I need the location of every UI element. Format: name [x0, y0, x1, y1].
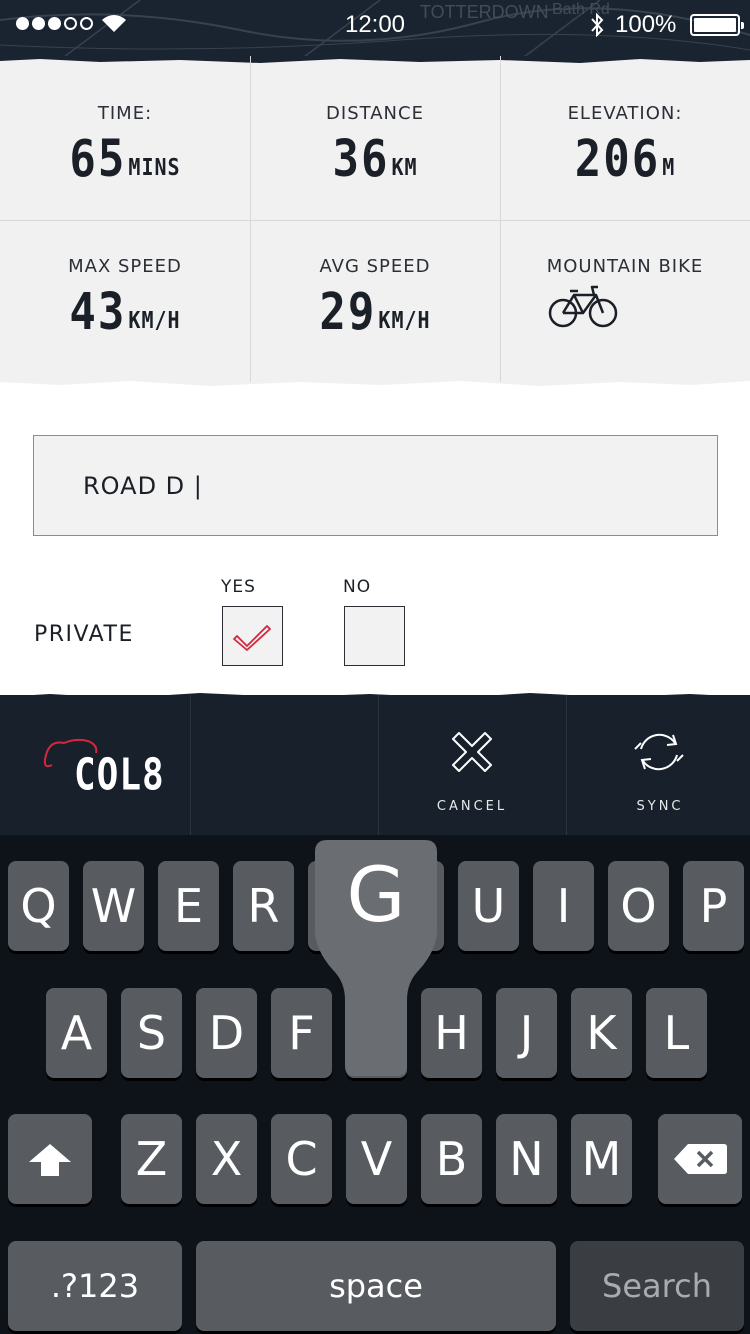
stat-avg-speed-value: 29 KM/H [250, 283, 500, 342]
shift-icon [29, 1144, 71, 1176]
stat-avg-speed-label: AVG SPEED [319, 256, 431, 277]
key-popup-letter: G [346, 850, 406, 939]
key-z[interactable]: Z [121, 1114, 182, 1204]
stat-elevation-number: 206 [574, 130, 661, 189]
backspace-icon [674, 1144, 727, 1174]
no-label: NO [343, 577, 372, 597]
sync-label: SYNC [636, 799, 684, 814]
key-a[interactable]: A [46, 988, 107, 1078]
key-i[interactable]: I [533, 861, 594, 951]
status-bar: TOTTERDOWN Bath Rd 12:00 100% [0, 0, 750, 60]
stat-time-number: 65 [69, 130, 127, 189]
col8-logo: COL8 [40, 735, 164, 805]
key-r[interactable]: R [233, 861, 294, 951]
key-l[interactable]: L [646, 988, 707, 1078]
private-yes-checkbox[interactable] [222, 606, 283, 666]
bluetooth-icon [591, 12, 604, 38]
stat-max-speed-value: 43 KM/H [0, 283, 250, 342]
stat-max-speed-unit: KM/H [128, 306, 181, 334]
torn-edge-decoration [0, 381, 750, 390]
stat-avg-speed: AVG SPEED 29 KM/H [250, 221, 500, 386]
key-s[interactable]: S [121, 988, 182, 1078]
stat-avg-speed-number: 29 [319, 283, 377, 342]
brand-wordmark: COL8 [74, 750, 165, 801]
key-v[interactable]: V [346, 1114, 407, 1204]
action-toolbar: COL8 CANCEL SYNC [0, 693, 750, 835]
ride-stats-panel: TIME: 65 MINS DISTANCE 36 KM ELEVATION: 20… [0, 56, 750, 390]
cancel-button[interactable]: CANCEL [379, 695, 565, 835]
stat-time-label: TIME: [97, 103, 153, 124]
key-m[interactable]: M [571, 1114, 632, 1204]
key-q[interactable]: Q [8, 861, 69, 951]
ride-name-input[interactable]: ROAD D | [33, 435, 718, 536]
stat-distance-value: 36 KM [250, 130, 500, 189]
sync-icon [634, 733, 684, 771]
stat-elevation-label: ELEVATION: [567, 103, 683, 124]
key-o[interactable]: O [608, 861, 669, 951]
battery-percentage: 100% [615, 11, 677, 38]
key-x[interactable]: X [196, 1114, 257, 1204]
private-label: PRIVATE [34, 622, 134, 647]
checkmark-icon [233, 625, 271, 651]
numbers-mode-key[interactable]: .?123 [8, 1241, 182, 1331]
stat-distance: DISTANCE 36 KM [250, 56, 500, 221]
stat-max-speed-label: MAX SPEED [68, 256, 182, 277]
stat-avg-speed-unit: KM/H [378, 306, 431, 334]
stat-distance-label: DISTANCE [326, 103, 424, 124]
stat-distance-number: 36 [332, 130, 390, 189]
bicycle-icon [548, 285, 618, 328]
toolbar-divider [190, 695, 191, 835]
stat-distance-unit: KM [391, 153, 418, 181]
key-preview-popup: G [315, 840, 437, 1076]
private-no-checkbox[interactable] [344, 606, 405, 666]
space-key[interactable]: space [196, 1241, 556, 1331]
stat-bike-type: MOUNTAIN BIKE [500, 221, 750, 386]
grid-divider [500, 56, 501, 382]
stat-elevation-unit: M [662, 153, 676, 181]
grid-divider [0, 220, 750, 221]
stat-bike-type-label: MOUNTAIN BIKE [546, 256, 704, 277]
key-u[interactable]: U [458, 861, 519, 951]
key-c[interactable]: C [271, 1114, 332, 1204]
key-j[interactable]: J [496, 988, 557, 1078]
close-icon [452, 732, 492, 772]
key-n[interactable]: N [496, 1114, 557, 1204]
shift-key[interactable] [8, 1114, 92, 1204]
battery-icon [690, 14, 744, 36]
key-d[interactable]: D [196, 988, 257, 1078]
backspace-key[interactable] [658, 1114, 742, 1204]
stat-max-speed-number: 43 [69, 283, 127, 342]
ride-name-value: ROAD D | [83, 472, 203, 500]
stat-time: TIME: 65 MINS [0, 56, 250, 221]
cancel-label: CANCEL [436, 799, 508, 814]
stat-elevation: ELEVATION: 206 M [500, 56, 750, 221]
stat-max-speed: MAX SPEED 43 KM/H [0, 221, 250, 386]
key-p[interactable]: P [683, 861, 744, 951]
sync-button[interactable]: SYNC [567, 695, 750, 835]
search-key[interactable]: Search [570, 1241, 744, 1331]
key-k[interactable]: K [571, 988, 632, 1078]
stat-elevation-value: 206 M [500, 130, 750, 189]
key-w[interactable]: W [83, 861, 144, 951]
stat-time-unit: MINS [128, 153, 181, 181]
key-b[interactable]: B [421, 1114, 482, 1204]
stat-time-value: 65 MINS [0, 130, 250, 189]
key-e[interactable]: E [158, 861, 219, 951]
grid-divider [250, 56, 251, 382]
yes-label: YES [221, 577, 256, 597]
